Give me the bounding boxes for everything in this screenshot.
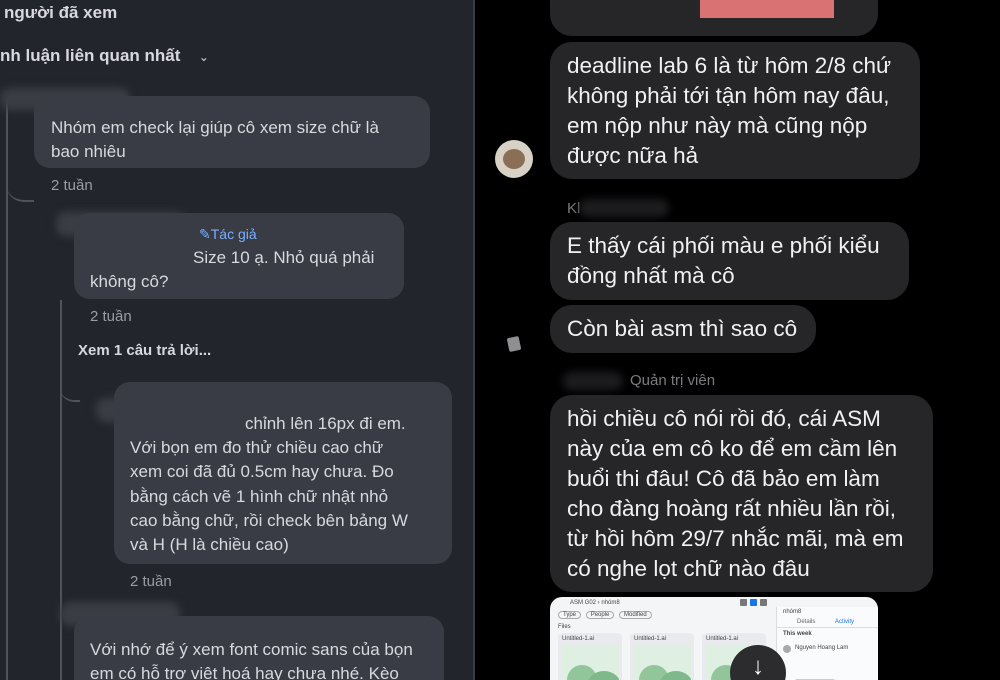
sort-dropdown[interactable]: nh luận liên quan nhất ⌄ <box>0 46 209 70</box>
blurred-sender <box>563 372 623 390</box>
comment-text: Nhóm em check lại giúp cô xem size chữ l… <box>51 118 379 161</box>
activity-user: Nguyen Hoang Lam <box>795 645 849 651</box>
message-bubble: Còn bài asm thì sao cô <box>550 305 816 353</box>
toolbar-icons <box>740 599 780 607</box>
sender-role: Quản trị viên <box>630 372 716 389</box>
avatar-face <box>503 149 525 169</box>
sort-label: nh luận liên quan nhất <box>0 46 181 65</box>
activity-avatar <box>783 645 791 653</box>
image-thumbnail <box>700 0 834 18</box>
details-pane: nhóm8 Details Activity This week Nguyen … <box>776 607 878 680</box>
chat-panel: deadline lab 6 là từ hôm 2/8 chứ không p… <box>475 0 1000 680</box>
thread-branch <box>6 140 34 202</box>
this-week-label: This week <box>783 631 812 637</box>
view-replies-link[interactable]: Xem 1 câu trả lời... <box>78 342 211 359</box>
file-card[interactable]: Untitled-1.ai <box>630 633 694 680</box>
avatar[interactable] <box>495 140 533 178</box>
chevron-down-icon: ⌄ <box>198 50 209 64</box>
author-badge: ✎Tác giả <box>199 226 257 242</box>
filter-chips: Type People Modified <box>558 611 652 619</box>
comment-text: Với nhớ để ý xem font comic sans của bọn… <box>90 640 413 680</box>
comment-time: 2 tuần <box>90 308 132 325</box>
blurred-sender <box>579 199 669 217</box>
thread-branch <box>60 360 80 402</box>
attached-screenshot[interactable]: ASM G02 › nhóm8 Type People Modified Fil… <box>550 597 878 680</box>
file-card[interactable]: Untitled-1.ai <box>558 633 622 680</box>
comment-time: 2 tuần <box>130 573 172 590</box>
breadcrumb: ASM G02 › nhóm8 <box>570 600 620 606</box>
comments-panel: người đã xem nh luận liên quan nhất ⌄ Nh… <box>0 0 473 680</box>
files-label: Files <box>558 624 571 630</box>
tab-activity[interactable]: Activity <box>835 619 854 625</box>
comment-time: 2 tuần <box>51 177 93 194</box>
pencil-icon: ✎ <box>199 226 211 242</box>
details-title: nhóm8 <box>783 609 802 615</box>
comment-text: Size 10 ạ. Nhỏ quá phải không cô? <box>90 248 375 291</box>
image-message[interactable] <box>550 0 878 36</box>
tab-details[interactable]: Details <box>797 619 815 625</box>
message-bubble: E thấy cái phối màu e phối kiểu đồng nhấ… <box>550 222 909 300</box>
comment-text: chỉnh lên 16px đi em. Với bọn em đo thử … <box>130 414 408 555</box>
message-bubble: hồi chiều cô nói rồi đó, cái ASM này của… <box>550 395 933 592</box>
download-icon: ↓ <box>752 653 764 680</box>
sticker-icon <box>506 335 522 353</box>
viewers-count: người đã xem <box>4 3 118 22</box>
message-bubble: deadline lab 6 là từ hôm 2/8 chứ không p… <box>550 42 920 179</box>
